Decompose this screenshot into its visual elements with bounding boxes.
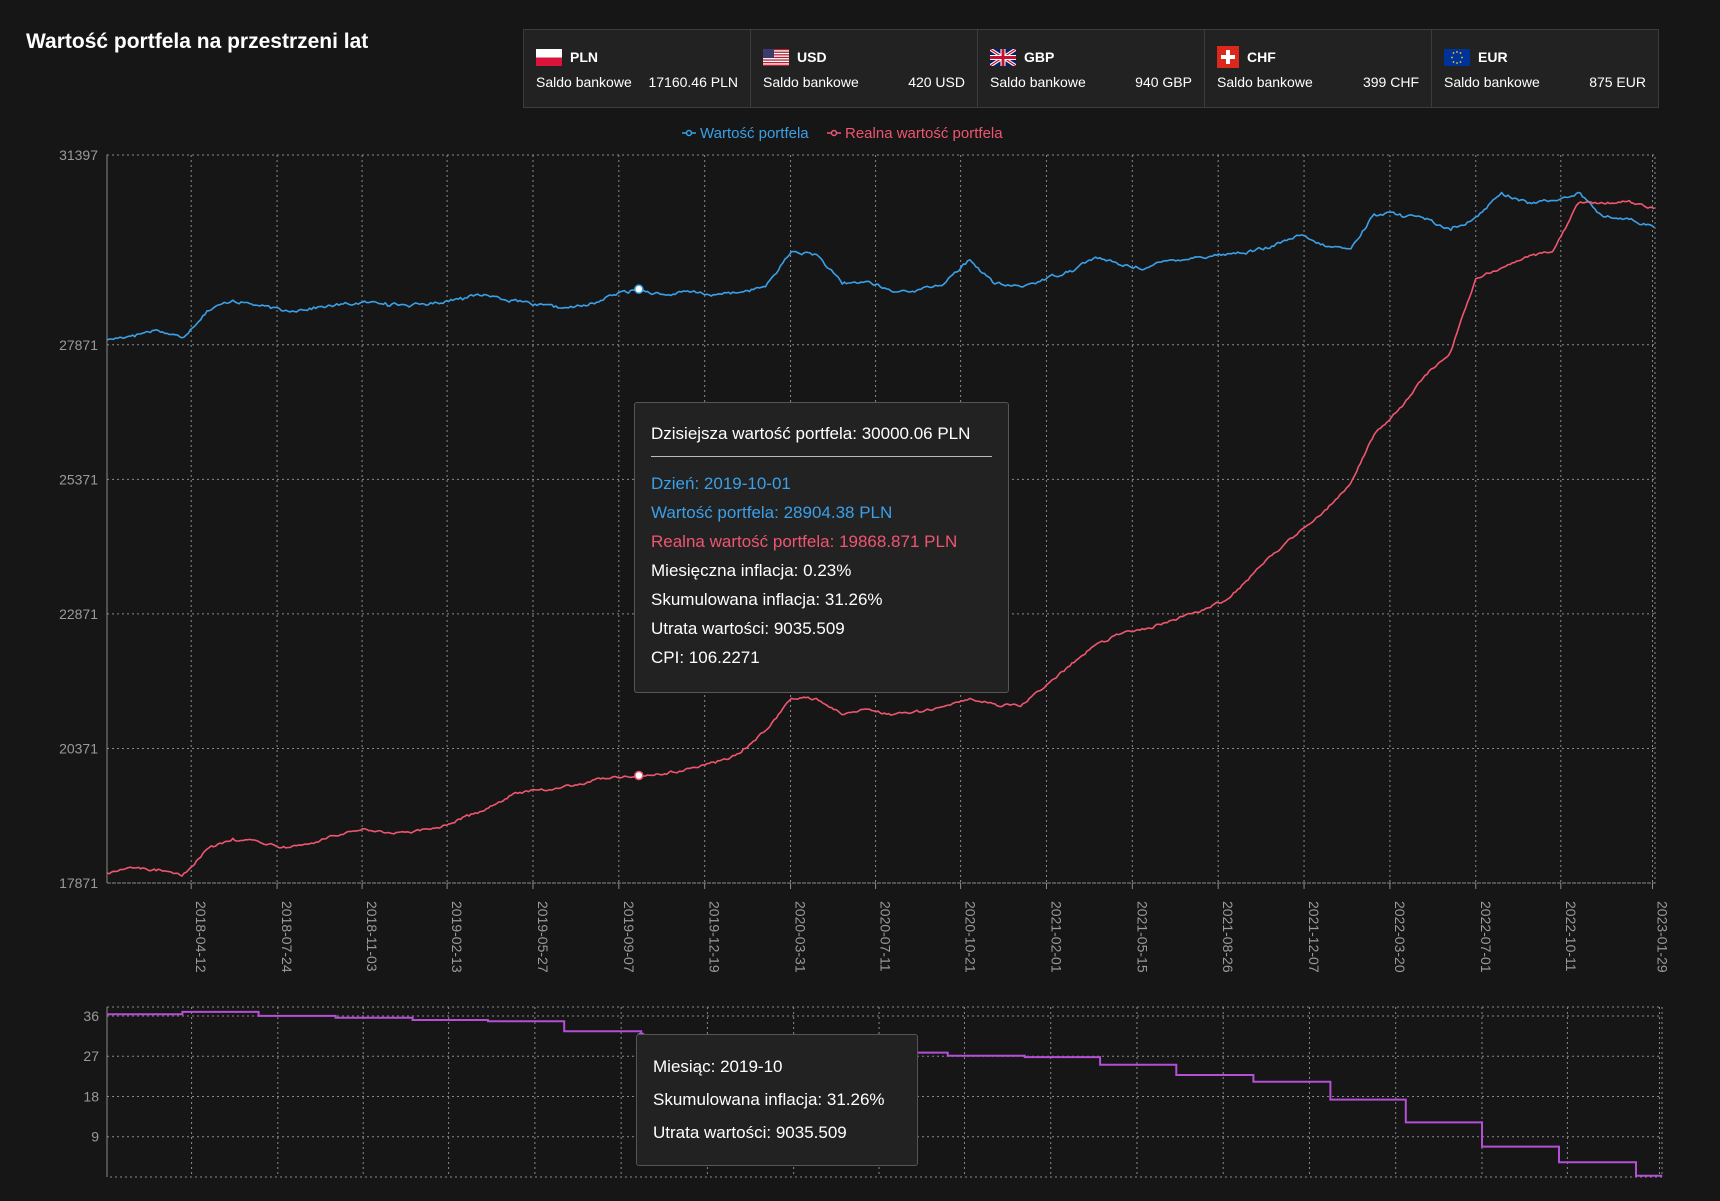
inflation-tooltip: Miesiąc: 2019-10 Skumulowana inflacja: 3… [636,1034,918,1166]
tooltip-cum-inflation-row: Skumulowana inflacja: 31.26% [651,585,992,614]
portfolio-label: Wartość portfela: [651,503,779,522]
cum-inflation-label: Skumulowana inflacja: [653,1090,823,1109]
month-label: Miesiąc: [653,1057,716,1076]
monthly-inflation-label: Miesięczna inflacja: [651,561,799,580]
y-tick-label: 9 [91,1129,99,1145]
portfolio-tooltip: Dzisiejsza wartość portfela: 30000.06 PL… [634,402,1009,693]
y-tick-label: 18 [83,1088,99,1104]
y-tick-label: 27 [83,1048,99,1064]
cum-inflation-value: 31.26% [826,1090,885,1109]
cum-inflation-label: Skumulowana inflacja: [651,590,821,609]
tooltip-cum-inflation-row: Skumulowana inflacja: 31.26% [653,1083,901,1116]
today-label: Dzisiejsza wartość portfela: [651,424,857,443]
tooltip-cpi-row: CPI: 106.2271 [651,643,992,672]
tooltip-month-row: Miesiąc: 2019-10 [653,1050,901,1083]
chart-axes: 9 18 27 36 [83,1007,108,1177]
portfolio-value: 28904.38 PLN [783,503,893,522]
month-value: 2019-10 [720,1057,783,1076]
cpi-value: 106.2271 [688,648,760,667]
cpi-label: CPI: [651,648,685,667]
loss-value: 9035.509 [773,619,845,638]
tooltip-loss-row: Utrata wartości: 9035.509 [653,1116,901,1149]
day-label: Dzień: [651,474,700,493]
loss-value: 9035.509 [775,1123,847,1142]
y-tick-label: 36 [83,1008,99,1024]
monthly-inflation-value: 0.23% [803,561,852,580]
tooltip-header: Dzisiejsza wartość portfela: 30000.06 PL… [651,419,992,457]
real-value: 19868.871 PLN [839,532,958,551]
today-value: 30000.06 PLN [861,424,971,443]
loss-label: Utrata wartości: [653,1123,772,1142]
day-value: 2019-10-01 [703,474,791,493]
tooltip-loss-row: Utrata wartości: 9035.509 [651,614,992,643]
real-label: Realna wartość portfela: [651,532,835,551]
tooltip-portfolio-row: Wartość portfela: 28904.38 PLN [651,498,992,527]
tooltip-real-row: Realna wartość portfela: 19868.871 PLN [651,527,992,556]
cum-inflation-value: 31.26% [824,590,883,609]
loss-label: Utrata wartości: [651,619,770,638]
tooltip-day-row: Dzień: 2019-10-01 [651,469,992,498]
tooltip-monthly-inflation-row: Miesięczna inflacja: 0.23% [651,556,992,585]
